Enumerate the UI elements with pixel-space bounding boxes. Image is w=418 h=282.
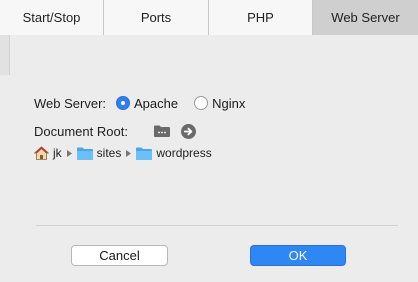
path-segment-label: jk [53,146,62,160]
tab-web-server[interactable]: Web Server [313,0,418,35]
tab-php[interactable]: PHP [209,0,313,35]
tab-start-stop[interactable]: Start/Stop [0,0,104,35]
ok-button[interactable]: OK [250,245,346,266]
path-segment-home[interactable]: jk [34,146,62,160]
path-segment-wordpress[interactable]: wordpress [136,146,212,160]
path-chevron-icon [126,149,132,157]
path-segment-label: sites [96,146,122,160]
document-root-row: Document Root: [34,122,196,140]
radio-nginx-label: Nginx [212,95,246,111]
radio-unselected-icon [194,96,209,110]
radio-selected-icon [116,96,131,110]
document-root-label: Document Root: [34,123,128,139]
divider [36,225,398,226]
folder-icon [76,147,93,160]
radio-apache[interactable]: Apache [116,96,178,111]
tab-bar: Start/Stop Ports PHP Web Server [0,0,418,35]
path-chevron-icon [66,149,72,157]
folder-icon [153,125,170,137]
reveal-button[interactable] [180,123,196,139]
browse-folder-button[interactable] [153,125,170,137]
cancel-button[interactable]: Cancel [71,245,168,266]
document-root-path: jk sites wordpress [34,144,212,162]
path-segment-label: wordpress [156,146,212,160]
home-icon [34,146,49,160]
radio-apache-label: Apache [134,95,179,111]
arrow-right-circle-icon [180,123,196,139]
web-server-row: Web Server: Apache Nginx [34,94,245,112]
web-server-label: Web Server: [34,95,107,111]
path-segment-sites[interactable]: sites [76,146,122,160]
radio-nginx[interactable]: Nginx [194,96,245,111]
left-edge-panel [0,35,10,75]
folder-icon [136,147,153,160]
tab-ports[interactable]: Ports [104,0,209,35]
